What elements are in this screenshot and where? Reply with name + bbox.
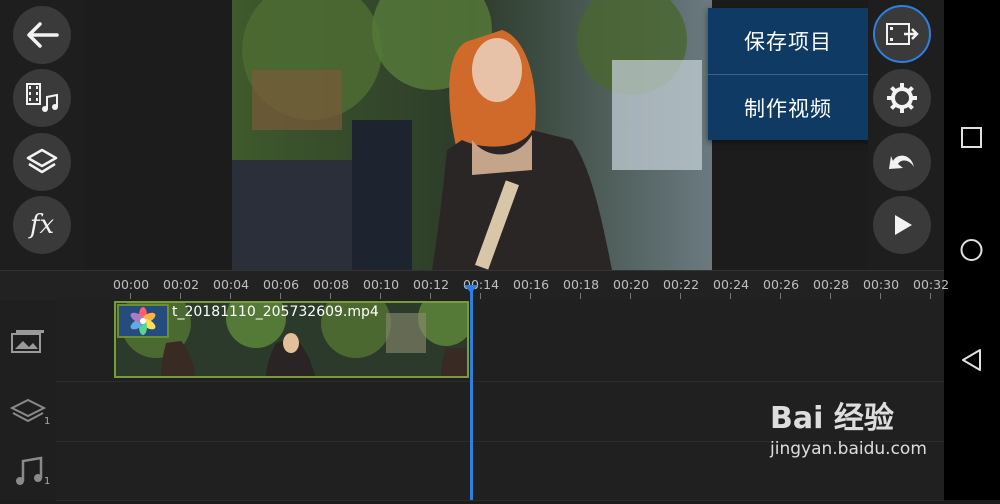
ruler-tick — [380, 293, 381, 299]
tick-label: 00:12 — [413, 277, 450, 292]
tick-label: 00:18 — [563, 277, 600, 292]
ruler-tick — [230, 293, 231, 299]
ruler-tick — [430, 293, 431, 299]
media-library-button[interactable] — [13, 69, 71, 127]
ruler-tick — [330, 293, 331, 299]
baidu-logo: Bai 经验 — [770, 401, 894, 436]
tick-label: 00:16 — [513, 277, 550, 292]
undo-icon — [889, 155, 914, 169]
ruler-tick — [830, 293, 831, 299]
audio-count: 1 — [44, 476, 51, 487]
ruler-tick — [130, 293, 131, 299]
nav-icons — [960, 127, 983, 371]
back-nav-icon[interactable] — [962, 349, 981, 371]
tick-label: 00:02 — [163, 277, 200, 292]
left-toolbar: fx — [0, 0, 84, 270]
undo-button[interactable] — [873, 133, 931, 191]
ruler-tick — [180, 293, 181, 299]
ruler-tick — [680, 293, 681, 299]
layers-icon — [26, 148, 58, 174]
ruler-tick — [530, 293, 531, 299]
tick-label: 00:26 — [763, 277, 800, 292]
video-track-header[interactable] — [0, 300, 56, 382]
ruler-tick — [480, 293, 481, 299]
tick-label: 00:22 — [663, 277, 700, 292]
film-export-icon — [886, 23, 919, 45]
export-menu: 保存项目 制作视频 — [708, 8, 868, 140]
ruler-tick — [730, 293, 731, 299]
audio-track-header[interactable]: 1 — [0, 442, 56, 500]
tick-label: 00:28 — [813, 277, 850, 292]
right-toolbar — [868, 0, 944, 270]
ruler-tick — [630, 293, 631, 299]
tick-label: 00:20 — [613, 277, 650, 292]
baidu-url: jingyan.baidu.com — [770, 439, 927, 459]
tick-label: 00:32 — [913, 277, 950, 292]
tick-label: 00:04 — [213, 277, 250, 292]
playhead[interactable] — [470, 288, 473, 500]
photos-flower-icon — [130, 307, 156, 335]
baidu-watermark: Bai 经验 jingyan.baidu.com — [770, 393, 945, 473]
arrow-left-icon — [27, 22, 59, 48]
tick-label: 00:24 — [713, 277, 750, 292]
gear-icon — [887, 83, 917, 113]
music-note-icon — [16, 456, 43, 485]
video-preview[interactable] — [232, 0, 712, 270]
recent-apps-icon[interactable] — [961, 127, 982, 148]
video-frame-image — [232, 0, 712, 270]
play-button[interactable] — [873, 196, 931, 254]
film-music-icon — [26, 83, 58, 112]
layer-count: 1 — [44, 416, 51, 427]
effects-button[interactable]: fx — [13, 196, 71, 254]
android-navigation-bar — [944, 0, 1000, 500]
ruler-tick — [780, 293, 781, 299]
playhead-handle[interactable] — [464, 285, 478, 293]
play-icon — [895, 215, 912, 235]
ruler-tick — [280, 293, 281, 299]
layer-track-header[interactable]: 1 — [0, 382, 56, 442]
fx-icon: fx — [29, 210, 55, 240]
menu-item-make-video[interactable]: 制作视频 — [708, 74, 868, 141]
settings-button[interactable] — [873, 69, 931, 127]
tick-label: 00:30 — [863, 277, 900, 292]
layers-button[interactable] — [13, 133, 71, 191]
video-track-icon — [11, 330, 44, 353]
back-button[interactable] — [13, 6, 71, 64]
clip-thumbnail — [117, 304, 169, 338]
tick-label: 00:00 — [113, 277, 150, 292]
ruler-tick — [930, 293, 931, 299]
tick-label: 00:10 — [363, 277, 400, 292]
tick-label: 00:06 — [263, 277, 300, 292]
layers-track-icon — [9, 398, 47, 423]
ruler-tick — [580, 293, 581, 299]
ruler-tick — [880, 293, 881, 299]
home-icon[interactable] — [960, 239, 983, 261]
tick-label: 00:08 — [313, 277, 350, 292]
export-button[interactable] — [873, 5, 931, 63]
track-headers: 1 1 — [0, 300, 56, 500]
clip-filename: t_20181110_205732609.mp4 — [172, 304, 379, 320]
menu-item-save-project[interactable]: 保存项目 — [708, 8, 868, 74]
